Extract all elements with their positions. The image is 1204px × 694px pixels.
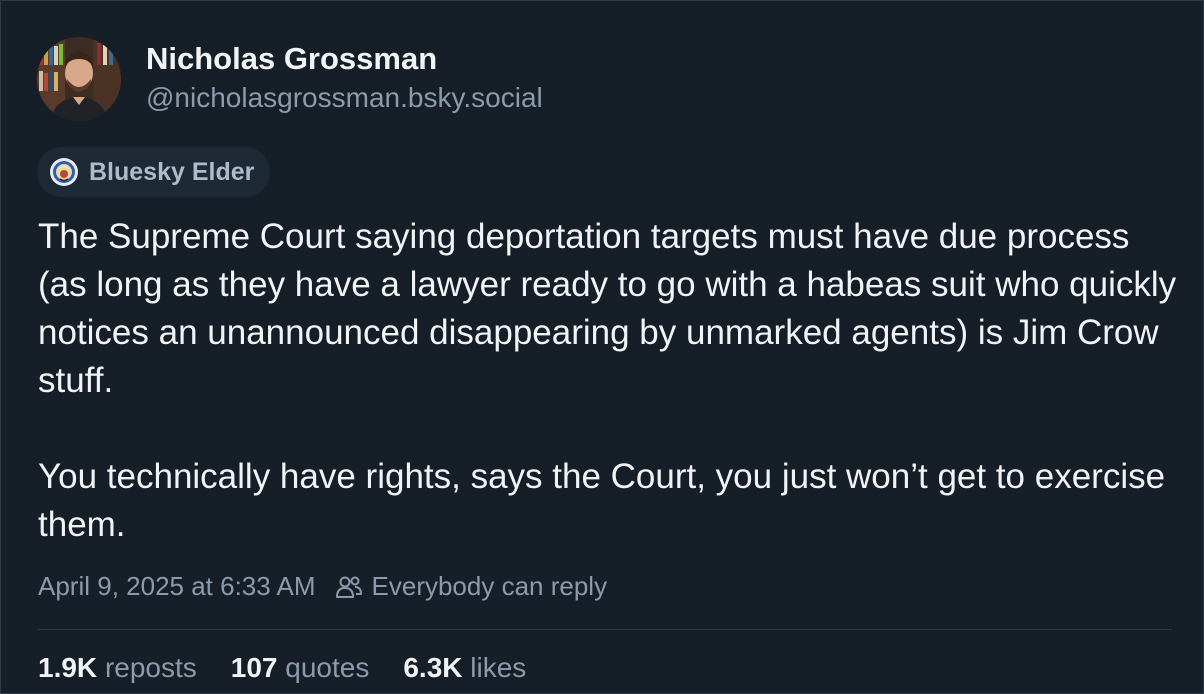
elder-badge[interactable]: Bluesky Elder <box>37 147 271 197</box>
reposts-count: 1.9K <box>38 652 98 683</box>
post-paragraph: You technically have rights, says the Co… <box>38 457 1166 544</box>
avatar[interactable] <box>37 37 121 121</box>
likes-count: 6.3K <box>403 652 463 683</box>
post-paragraph: The Supreme Court saying deportation tar… <box>38 217 1177 400</box>
likes-label: likes <box>470 652 527 683</box>
avatar-photo-icon <box>37 37 121 121</box>
author-display-name[interactable]: Nicholas Grossman <box>146 41 437 77</box>
post-text: The Supreme Court saying deportation tar… <box>38 213 1178 549</box>
post-timestamp[interactable]: April 9, 2025 at 6:33 AM <box>38 571 316 602</box>
reposts-label: reposts <box>104 652 197 683</box>
quotes-count: 107 <box>230 652 278 683</box>
author-handle[interactable]: @nicholasgrossman.bsky.social <box>146 82 543 114</box>
reposts-stat[interactable]: 1.9K reposts <box>38 652 197 684</box>
badge-label: Bluesky Elder <box>89 157 255 186</box>
engagement-stats: 1.9K reposts 107 quotes 6.3K likes <box>38 652 560 684</box>
likes-stat[interactable]: 6.3K likes <box>403 652 526 684</box>
divider <box>38 629 1172 630</box>
quotes-stat[interactable]: 107 quotes <box>231 652 370 684</box>
reply-setting: Everybody can reply <box>371 571 608 601</box>
people-icon <box>335 576 362 598</box>
quotes-label: quotes <box>285 652 370 683</box>
elder-badge-icon <box>50 158 78 186</box>
post-card: Nicholas Grossman @nicholasgrossman.bsky… <box>0 0 1204 694</box>
post-meta: April 9, 2025 at 6:33 AM Everybody can r… <box>38 571 607 602</box>
